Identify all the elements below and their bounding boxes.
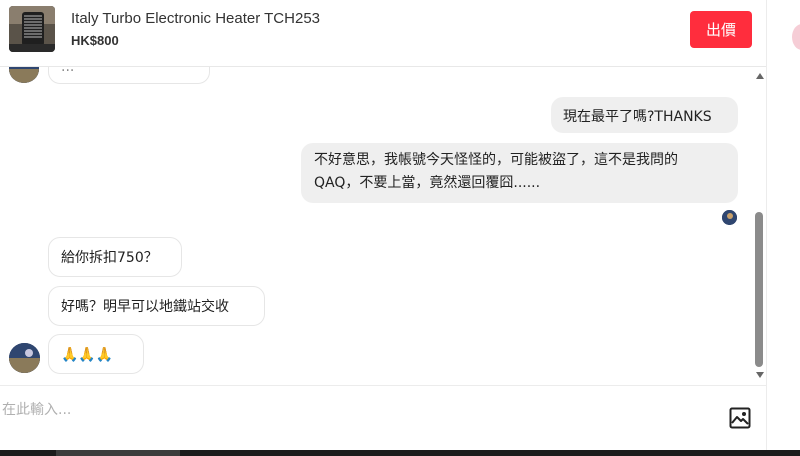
chat-message-incoming: 🙏🙏🙏	[48, 334, 144, 374]
right-panel-edge	[766, 0, 800, 450]
chat-message-incoming: 給你拆扣750？	[48, 237, 182, 277]
buyer-avatar[interactable]	[9, 67, 39, 83]
listing-header: Italy Turbo Electronic Heater TCH253 HK$…	[0, 0, 766, 67]
message-input[interactable]	[2, 398, 702, 422]
chat-message-incoming: ...	[48, 67, 210, 84]
chat-message-outgoing: 現在最平了嗎?THANKS	[551, 97, 738, 133]
taskbar-item[interactable]	[56, 450, 180, 456]
chat-message-outgoing: 不好意思，我帳號今天怪怪的，可能被盜了，這不是我問的 QAQ，不要上當，竟然還回…	[301, 143, 738, 203]
product-title[interactable]: Italy Turbo Electronic Heater TCH253	[71, 10, 320, 27]
message-composer	[0, 385, 766, 451]
product-price: HK$800	[71, 33, 119, 48]
os-taskbar	[0, 450, 800, 456]
make-offer-button[interactable]: 出價	[690, 11, 752, 48]
seller-avatar[interactable]	[722, 210, 737, 225]
scroll-down-icon[interactable]	[756, 372, 764, 378]
image-icon[interactable]	[729, 407, 751, 429]
scrollbar-thumb[interactable]	[755, 212, 763, 367]
buyer-avatar[interactable]	[9, 343, 40, 373]
chat-message-incoming: 好嗎？明早可以地鐵站交收	[48, 286, 265, 326]
chat-scrollbar[interactable]	[752, 67, 766, 384]
chat-history[interactable]: ... 現在最平了嗎?THANKS 不好意思，我帳號今天怪怪的，可能被盜了，這不…	[0, 67, 766, 384]
product-thumbnail[interactable]	[9, 6, 55, 52]
scroll-up-icon[interactable]	[756, 73, 764, 79]
